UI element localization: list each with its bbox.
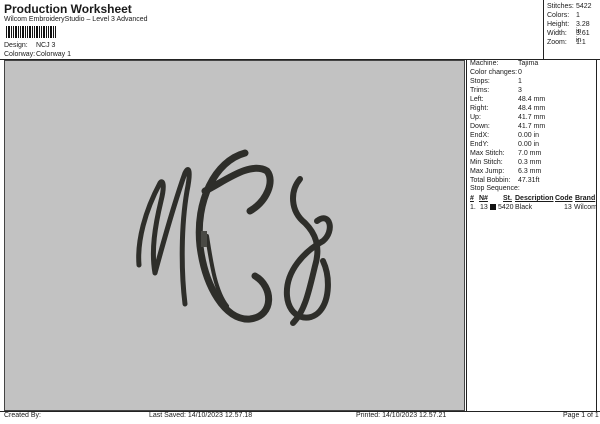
spec-label: Trims: — [470, 87, 490, 94]
spec-left: Left: 48.4 mm — [470, 96, 545, 103]
created-by: Created By: — [4, 412, 41, 419]
spec-label: Right: — [470, 105, 489, 112]
design-preview — [4, 60, 465, 411]
spec-value: 0.00 in — [518, 141, 540, 148]
stat-label: Zoom: — [547, 39, 567, 46]
spec-right: Right: 48.4 mm — [470, 105, 545, 112]
spec-value: 0.3 mm — [518, 159, 542, 166]
spec-value: 47.31ft — [518, 177, 540, 184]
row-brand: Wilcom — [574, 204, 597, 211]
col-header-index: # — [470, 195, 474, 202]
spec-label: Max Stitch: — [470, 150, 505, 157]
col-header-stitches: St. — [503, 195, 512, 202]
monogram-ncj — [136, 149, 333, 326]
col-header-needle: N# — [479, 195, 488, 202]
row-needle: 13 — [480, 204, 488, 211]
row-description: Black — [515, 204, 533, 211]
spec-label: Total Bobbin: — [470, 177, 511, 184]
page-title: Production Worksheet — [4, 2, 132, 16]
spec-label: Up: — [470, 114, 481, 121]
last-saved: Last Saved: 14/10/2023 12.57.18 — [149, 412, 253, 419]
monogram-letter-j — [283, 176, 333, 326]
spec-trims: Trims: 3 — [470, 87, 522, 94]
printed-date: Printed: 14/10/2023 12.57.21 — [356, 412, 447, 419]
spec-down: Down: 41.7 mm — [470, 123, 545, 130]
row-stitches: 5420 — [498, 204, 514, 211]
spec-total-bobbin: Total Bobbin: 47.31ft — [470, 177, 539, 184]
col-header-description: Description — [515, 195, 554, 202]
stat-zoom: Zoom: 1:1 — [547, 39, 586, 46]
thread-color-swatch — [490, 204, 496, 210]
stat-value: 5422 — [576, 3, 592, 10]
row-index: 1. — [470, 204, 476, 211]
col-header-code: Code — [555, 195, 573, 202]
spec-label: Stops: — [470, 78, 490, 85]
stat-stitches: Stitches: 5422 — [547, 3, 592, 10]
spec-label: Down: — [470, 123, 490, 130]
right-border — [596, 59, 597, 411]
spec-value: 0 — [518, 69, 522, 76]
colorway-label: Colorway: — [4, 51, 36, 58]
spec-value: 48.4 mm — [518, 105, 546, 112]
spec-color-changes: Color changes: 0 — [470, 69, 522, 76]
spec-min-stitch: Min Stitch: 0.3 mm — [470, 159, 541, 166]
stat-height: Height: 3.28 in — [547, 21, 590, 35]
stat-value: 1:1 — [576, 39, 586, 46]
stat-label: Height: — [547, 21, 570, 28]
spec-max-jump: Max Jump: 6.3 mm — [470, 168, 541, 175]
design-value: NCJ 3 — [36, 42, 56, 49]
spec-divider — [466, 59, 467, 411]
monogram-letter-c — [195, 149, 274, 323]
spec-label: EndY: — [470, 141, 489, 148]
stop-sequence-title: Stop Sequence: — [470, 185, 520, 192]
spec-machine: Machine: Tajima — [470, 60, 538, 67]
spec-value: 41.7 mm — [518, 123, 546, 130]
spec-endy: EndY: 0.00 in — [470, 141, 539, 148]
colorway-value: Colorway 1 — [36, 51, 72, 58]
stat-label: Width: — [547, 30, 567, 37]
spec-label: Min Stitch: — [470, 159, 503, 166]
footer-divider — [0, 411, 600, 412]
software-subtitle: Wilcom EmbroideryStudio – Level 3 Advanc… — [4, 16, 148, 23]
stat-value: 1 — [576, 12, 580, 19]
col-header-brand: Brand — [575, 195, 596, 202]
stat-label: Colors: — [547, 12, 570, 19]
stats-divider — [543, 0, 544, 59]
spec-label: EndX: — [470, 132, 490, 139]
spec-label: Machine: — [470, 60, 499, 67]
spec-up: Up: 41.7 mm — [470, 114, 545, 121]
page-number: Page 1 of 1 — [563, 412, 599, 419]
spec-max-stitch: Max Stitch: 7.0 mm — [470, 150, 541, 157]
spec-value: 41.7 mm — [518, 114, 546, 121]
stat-colors: Colors: 1 — [547, 12, 580, 19]
spec-endx: EndX: 0.00 in — [470, 132, 539, 139]
spec-value: 1 — [518, 78, 522, 85]
spec-value: 48.4 mm — [518, 96, 546, 103]
spec-label: Left: — [470, 96, 484, 103]
stat-label: Stitches: — [547, 3, 574, 10]
spec-value: 0.00 in — [518, 132, 540, 139]
row-code: 13 — [564, 204, 572, 211]
spec-value: 3 — [518, 87, 522, 94]
spec-value: Tajima — [518, 60, 539, 67]
spec-label: Color changes: — [470, 69, 518, 76]
spec-stops: Stops: 1 — [470, 78, 522, 85]
spec-value: 7.0 mm — [518, 150, 542, 157]
barcode-icon — [6, 26, 56, 38]
spec-label: Max Jump: — [470, 168, 505, 175]
monogram-letter-n — [136, 167, 192, 307]
stat-width: Width: 3.61 in — [547, 30, 590, 44]
design-label: Design: — [4, 42, 28, 49]
spec-value: 6.3 mm — [518, 168, 542, 175]
